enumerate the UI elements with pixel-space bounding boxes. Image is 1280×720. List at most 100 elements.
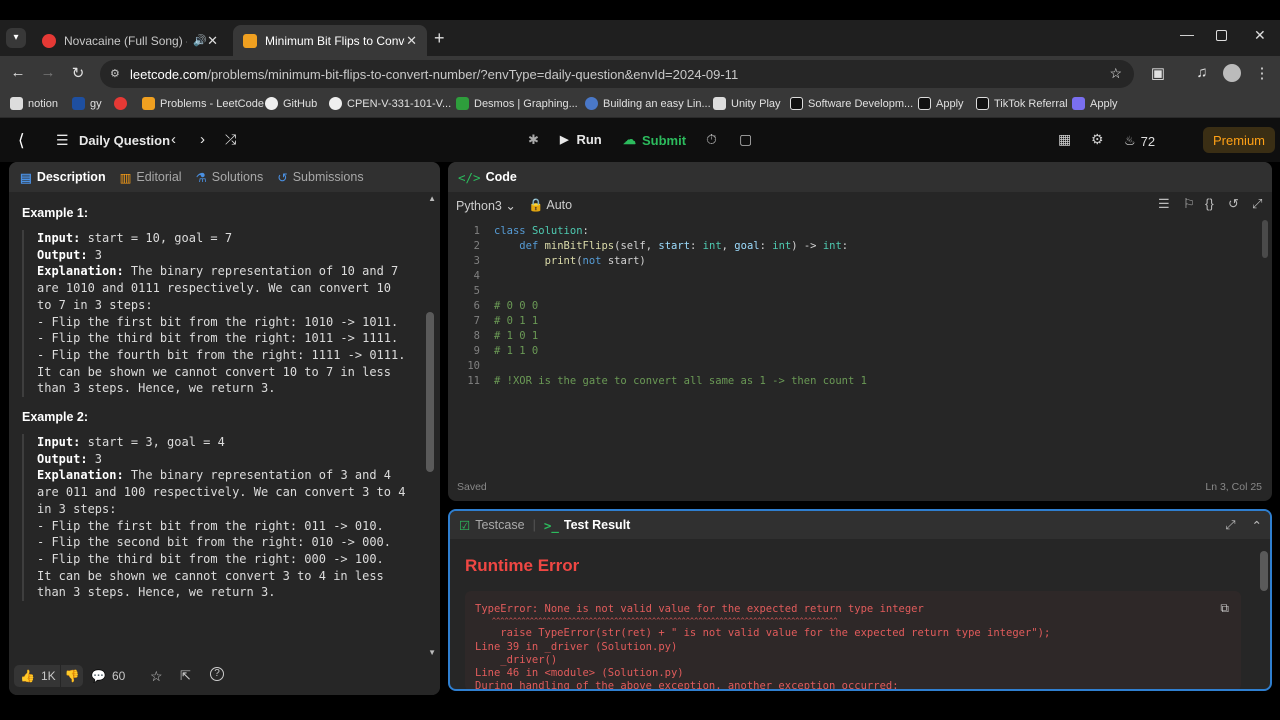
reload-icon[interactable]: ↻ xyxy=(68,64,88,82)
menu-kebab-icon[interactable]: ⋮ xyxy=(1252,64,1272,82)
daily-question-title[interactable]: Daily Question xyxy=(79,133,170,148)
browser-tab[interactable]: Novacaine (Full Song) - You 🔊 ✕ xyxy=(32,25,228,56)
code-line[interactable]: 4 xyxy=(448,269,1248,284)
like-button[interactable]: 👍 1K xyxy=(14,665,60,687)
dislike-button[interactable]: 👎 xyxy=(61,665,83,687)
bookmark-item[interactable]: TikTok Referral xyxy=(976,97,1068,110)
close-tab-icon[interactable]: ✕ xyxy=(207,33,218,49)
timer-icon[interactable]: ⏱ xyxy=(706,131,717,148)
language-select[interactable]: Python3 ⌄ xyxy=(456,198,516,213)
expand-icon[interactable]: ⤢ xyxy=(1226,518,1236,533)
code-token: start) xyxy=(607,255,646,267)
code-line[interactable]: 2 def minBitFlips (self, start: int, goal… xyxy=(448,239,1248,254)
code-line[interactable]: 5 xyxy=(448,284,1248,299)
divider: | xyxy=(532,518,536,532)
problem-list-icon[interactable]: ☰ xyxy=(56,132,69,149)
code-lines[interactable]: 1 class Solution:2 def minBitFlips (self, … xyxy=(448,224,1248,389)
comment-icon: 💬 xyxy=(91,669,106,683)
bookmark-star-icon[interactable]: ☆ xyxy=(1109,65,1122,82)
tab-submissions[interactable]: ↺ Submissions xyxy=(277,170,363,185)
leetcode-logo-icon[interactable]: ⟨ xyxy=(18,131,25,151)
tab-test-result[interactable]: >_ Test Result xyxy=(544,518,631,533)
tab-solutions[interactable]: ⚗ Solutions xyxy=(196,170,264,185)
bookmark-item[interactable]: Unity Play xyxy=(713,97,781,110)
close-window-icon[interactable]: ✕ xyxy=(1254,27,1266,44)
bookmark-item[interactable]: Software Developm... xyxy=(790,97,913,110)
description-scrollbar[interactable] xyxy=(426,312,434,472)
address-bar-row: ← → ↻ ⚙ leetcode.com/problems/minimum-bi… xyxy=(0,56,1280,92)
reset-icon[interactable]: ↺ xyxy=(1228,196,1239,212)
tab-description[interactable]: ▤ Description xyxy=(20,170,106,185)
code-token: : xyxy=(759,240,773,252)
favorite-star-icon[interactable]: ☆ xyxy=(150,668,163,685)
code-line[interactable]: 11 # !XOR is the gate to convert all same… xyxy=(448,374,1248,389)
scroll-up-icon[interactable]: ▲ xyxy=(428,194,436,203)
debug-icon[interactable]: ✱ xyxy=(528,132,539,148)
site-info-icon[interactable]: ⚙ xyxy=(110,67,120,80)
settings-gear-icon[interactable]: ⚙ xyxy=(1091,131,1104,148)
scroll-down-icon[interactable]: ▼ xyxy=(428,648,436,657)
code-line[interactable]: 9 # 1 1 0 xyxy=(448,344,1248,359)
prev-question-icon[interactable]: ‹ xyxy=(171,131,176,148)
tab-list-dropdown[interactable]: ▾ xyxy=(6,28,26,48)
code-tab-title[interactable]: Code xyxy=(486,170,517,184)
bookmark-item[interactable]: Apply xyxy=(918,97,964,110)
media-control-icon[interactable]: ♫ xyxy=(1192,64,1212,81)
format-icon[interactable]: ☰ xyxy=(1158,196,1170,212)
back-icon[interactable]: ← xyxy=(8,64,28,81)
streak-counter[interactable]: ♨ 72 xyxy=(1124,133,1155,149)
premium-button[interactable]: Premium xyxy=(1203,127,1276,153)
code-header: </> Code xyxy=(448,162,1272,192)
collapse-chevron-icon[interactable]: ⌃ xyxy=(1252,518,1262,533)
bookmark-item[interactable]: gy xyxy=(72,97,102,110)
editor-scrollbar[interactable] xyxy=(1262,220,1268,258)
new-tab-icon[interactable]: + xyxy=(434,28,445,49)
bookmark-icon[interactable]: ⚐ xyxy=(1183,196,1195,212)
notes-icon[interactable]: ▢ xyxy=(739,131,752,148)
code-token: start xyxy=(658,240,691,252)
bookmark-item[interactable]: Building an easy Lin... xyxy=(585,97,711,110)
profile-avatar[interactable] xyxy=(1223,64,1241,82)
bookmark-item[interactable]: Problems - LeetCode xyxy=(142,97,264,110)
bookmark-item[interactable]: Desmos | Graphing... xyxy=(456,97,578,110)
bookmark-item[interactable] xyxy=(114,97,132,110)
submit-button[interactable]: ☁ Submit xyxy=(623,132,686,148)
flask-icon: ⚗ xyxy=(195,170,207,185)
shuffle-icon[interactable]: ⤮ xyxy=(225,131,236,148)
code-line[interactable]: 8 # 1 0 1 xyxy=(448,329,1248,344)
bookmark-item[interactable]: Apply xyxy=(1072,97,1118,110)
status-heading: Runtime Error xyxy=(465,556,580,575)
close-tab-icon[interactable]: ✕ xyxy=(406,33,417,49)
code-line[interactable]: 6 # 0 0 0 xyxy=(448,299,1248,314)
tab-editorial[interactable]: ▥ Editorial xyxy=(120,170,182,185)
share-icon[interactable]: ⇱ xyxy=(180,668,191,684)
fullscreen-icon[interactable]: ⤢ xyxy=(1252,196,1262,212)
bookmark-item[interactable]: GitHub xyxy=(265,97,317,110)
url-input[interactable]: ⚙ leetcode.com/problems/minimum-bit-flip… xyxy=(100,60,1134,88)
browser-tab-active[interactable]: Minimum Bit Flips to Convert N ✕ xyxy=(233,25,427,56)
leetcode-icon xyxy=(142,97,155,110)
bookmark-item[interactable]: notion xyxy=(10,97,58,110)
code-line[interactable]: 10 xyxy=(448,359,1248,374)
comments-button[interactable]: 💬 60 xyxy=(91,669,125,683)
code-line[interactable]: 1 class Solution: xyxy=(448,224,1248,239)
run-button[interactable]: ▶ Run xyxy=(560,132,602,147)
minimize-icon[interactable]: — xyxy=(1180,26,1194,42)
copy-icon[interactable]: ⧉ xyxy=(1220,601,1229,616)
result-scrollbar[interactable] xyxy=(1260,551,1268,591)
code-line[interactable]: 7 # 0 1 1 xyxy=(448,314,1248,329)
code-token: int xyxy=(822,240,842,252)
braces-icon[interactable]: {} xyxy=(1205,196,1214,211)
layout-icon[interactable]: ▦ xyxy=(1058,131,1071,148)
bookmark-item[interactable]: CPEN-V-331-101-V... xyxy=(329,97,451,110)
help-icon[interactable]: ? xyxy=(210,667,224,681)
play-icon: ▶ xyxy=(560,134,569,146)
next-question-icon[interactable]: › xyxy=(200,131,205,148)
error-caret-line: ^^^^^^^^^^^^^^^^^^^^^^^^^^^^^^^^^^^^^^^^… xyxy=(475,617,838,626)
forward-icon[interactable]: → xyxy=(38,64,58,81)
restore-icon[interactable] xyxy=(1216,30,1227,41)
auto-mode[interactable]: 🔒 Auto xyxy=(528,198,572,213)
extensions-icon[interactable]: ▣ xyxy=(1148,64,1168,82)
tab-testcase[interactable]: ☑ Testcase xyxy=(459,518,525,533)
code-line[interactable]: 3 print(not start) xyxy=(448,254,1248,269)
